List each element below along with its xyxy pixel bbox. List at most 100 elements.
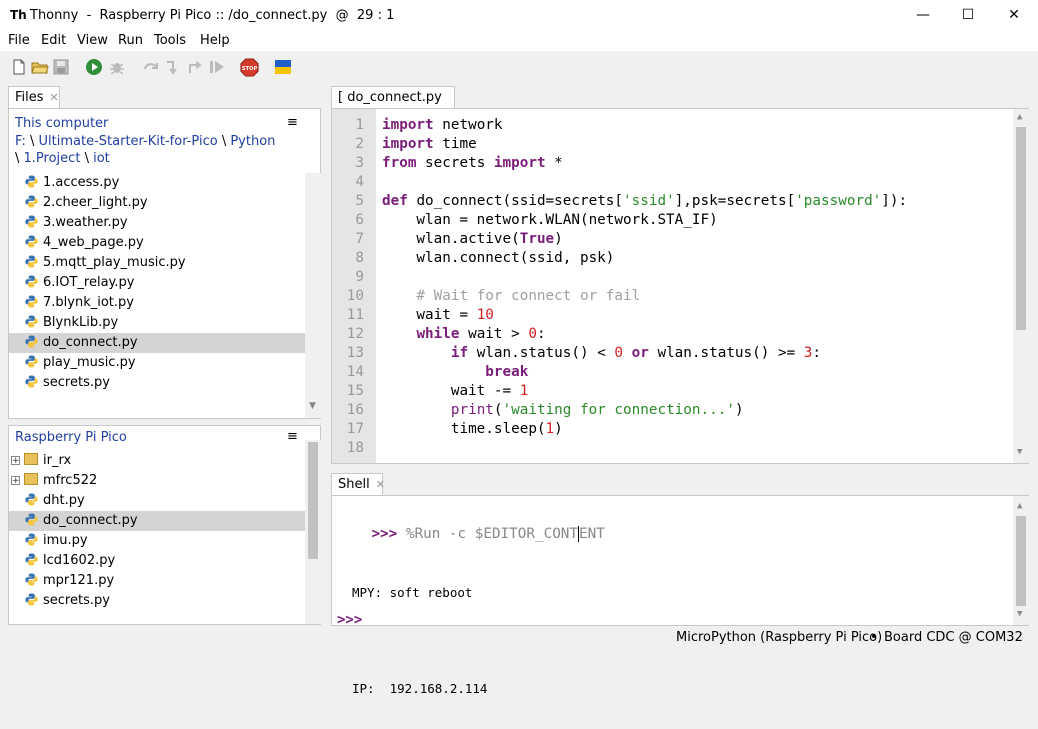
file-item[interactable]: BlynkLib.py xyxy=(9,313,305,333)
code-token: 1 xyxy=(519,383,529,399)
breadcrumb-part[interactable]: iot xyxy=(93,151,110,166)
scrollbar-thumb[interactable] xyxy=(1016,516,1026,606)
code-token: wlan = network.WLAN(network.STA_IF) xyxy=(382,212,718,228)
files-tab-label: Files xyxy=(15,90,44,105)
expand-icon[interactable]: + xyxy=(11,476,20,486)
step-into-icon[interactable] xyxy=(164,58,182,76)
close-tab-icon[interactable]: ✕ xyxy=(50,91,59,104)
expand-icon[interactable]: + xyxy=(11,456,20,466)
run-icon[interactable] xyxy=(85,58,103,76)
file-item[interactable]: mpr121.py xyxy=(9,571,305,591)
breadcrumb-part[interactable]: Ultimate-Starter-Kit-for-Pico xyxy=(39,134,218,149)
code-token: import xyxy=(382,117,434,133)
file-item[interactable]: 2.cheer_light.py xyxy=(9,193,305,213)
code-line: # Wait for connect or fail xyxy=(382,287,1012,306)
code-token: True xyxy=(519,231,555,247)
file-name: 6.IOT_relay.py xyxy=(43,275,135,290)
shell-tab-label: Shell xyxy=(338,477,370,492)
file-name: 2.cheer_light.py xyxy=(43,195,148,210)
code-editor[interactable]: 1 2 3 4 5 6 7 8 9 10 11 12 13 14 15 16 17 18 import netwo… xyxy=(331,108,1029,464)
panel-menu-icon[interactable]: ≡ xyxy=(287,429,298,444)
menu-run[interactable]: Run xyxy=(118,33,143,48)
shell-panel[interactable]: >>> %Run -c $EDITOR_CONTENT MPY: soft re… xyxy=(331,495,1029,696)
line-number: 17 xyxy=(346,421,364,437)
port-label[interactable]: Board CDC @ COM32 xyxy=(884,630,1023,645)
computer-files-panel: This computer ≡ F: \ Ultimate-Starter-Ki… xyxy=(8,108,321,419)
tab-files[interactable]: Files ✕ xyxy=(8,86,60,108)
file-item[interactable]: 6.IOT_relay.py xyxy=(9,273,305,293)
scrollbar-thumb[interactable] xyxy=(1016,127,1026,330)
menu-help[interactable]: Help xyxy=(200,33,230,48)
breadcrumb-part[interactable]: 1.Project xyxy=(24,151,81,166)
file-item[interactable]: play_music.py xyxy=(9,353,305,373)
file-item[interactable]: lcd1602.py xyxy=(9,551,305,571)
menu-file[interactable]: File xyxy=(8,33,30,48)
file-item[interactable]: secrets.py xyxy=(9,373,305,393)
code-area[interactable]: import network import time from secrets im… xyxy=(382,116,1012,462)
file-item[interactable]: 7.blynk_iot.py xyxy=(9,293,305,313)
resume-icon[interactable] xyxy=(208,58,226,76)
line-number: 11 xyxy=(346,307,364,323)
code-token: import xyxy=(493,155,546,171)
shell-scrollbar[interactable]: ▲ ▼ xyxy=(1013,496,1029,625)
file-item[interactable]: secrets.py xyxy=(9,591,305,611)
new-file-icon[interactable] xyxy=(10,58,28,76)
interpreter-label[interactable]: MicroPython (Raspberry Pi Pico) xyxy=(676,630,882,645)
file-item[interactable]: do_connect.py xyxy=(9,511,305,531)
folder-item[interactable]: + mfrc522 xyxy=(9,471,305,491)
code-token: import xyxy=(382,136,434,152)
file-item[interactable]: imu.py xyxy=(9,531,305,551)
python-file-icon xyxy=(25,513,38,526)
code-token: print xyxy=(450,402,494,418)
line-number: 2 xyxy=(355,136,364,152)
status-separator: • xyxy=(870,630,878,645)
file-name: 1.access.py xyxy=(43,175,120,190)
close-button[interactable]: ✕ xyxy=(991,0,1037,31)
file-item[interactable]: 3.weather.py xyxy=(9,213,305,233)
file-item[interactable]: 4_web_page.py xyxy=(9,233,305,253)
shell-output-line: IP: 192.168.2.114 xyxy=(352,681,488,696)
panel-menu-icon[interactable]: ≡ xyxy=(287,115,298,130)
code-token: 'ssid' xyxy=(623,193,675,209)
stop-icon[interactable]: STOP xyxy=(240,58,259,77)
python-file-icon xyxy=(25,593,38,606)
folder-item[interactable]: + ir_rx xyxy=(9,451,305,471)
this-computer-label: This computer xyxy=(15,116,109,131)
minimize-button[interactable]: — xyxy=(900,0,946,31)
close-tab-icon[interactable]: ✕ xyxy=(376,478,385,491)
breadcrumb-part[interactable]: Python xyxy=(230,134,275,149)
python-file-icon xyxy=(25,355,38,368)
step-out-icon[interactable] xyxy=(186,58,204,76)
line-number-gutter: 1 2 3 4 5 6 7 8 9 10 11 12 13 14 15 16 17 18 xyxy=(332,109,376,463)
file-item[interactable]: dht.py xyxy=(9,491,305,511)
python-file-icon xyxy=(25,493,38,506)
editor-scrollbar[interactable]: ▲ ▼ xyxy=(1013,109,1029,463)
step-over-icon[interactable] xyxy=(142,58,160,76)
file-name: secrets.py xyxy=(43,593,110,608)
file-item[interactable]: 1.access.py xyxy=(9,173,305,193)
breadcrumb-part[interactable]: F: xyxy=(15,134,26,149)
code-token: 1 xyxy=(545,421,555,437)
code-token: wait > xyxy=(459,326,529,342)
line-number: 12 xyxy=(346,326,364,342)
device-list-scrollbar[interactable] xyxy=(305,440,321,624)
code-token: ) xyxy=(554,421,563,437)
menu-edit[interactable]: Edit xyxy=(41,33,66,48)
code-token: ) xyxy=(734,402,744,418)
menu-tools[interactable]: Tools xyxy=(154,33,186,48)
tab-shell[interactable]: Shell ✕ xyxy=(331,473,385,495)
maximize-button[interactable]: ☐ xyxy=(945,0,991,31)
debug-icon[interactable] xyxy=(108,58,126,76)
line-number: 16 xyxy=(346,402,364,418)
file-item[interactable]: do_connect.py xyxy=(9,333,305,353)
file-list-scrollbar[interactable]: ▼ xyxy=(305,173,321,418)
ukraine-flag-icon[interactable] xyxy=(274,58,292,76)
save-icon[interactable] xyxy=(52,58,70,76)
code-line: from secrets import * xyxy=(382,154,1012,173)
open-folder-icon[interactable] xyxy=(31,58,49,76)
menu-view[interactable]: View xyxy=(77,33,108,48)
tab-editor[interactable]: [ do_connect.py ]✕ xyxy=(331,86,455,127)
scrollbar-thumb[interactable] xyxy=(308,442,318,559)
file-item[interactable]: 5.mqtt_play_music.py xyxy=(9,253,305,273)
